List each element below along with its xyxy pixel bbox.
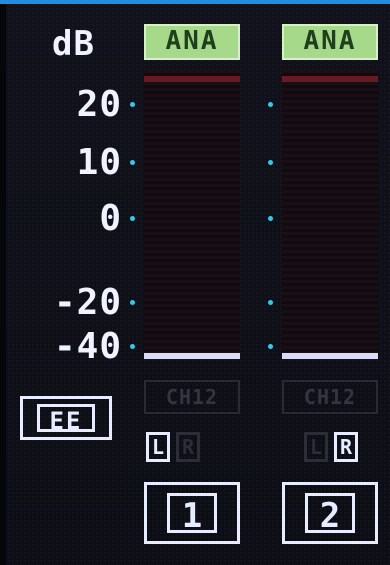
channel-number-1: 1 (166, 493, 218, 536)
channel-button-2[interactable]: 2 (282, 482, 378, 544)
level-meter-ch1 (144, 70, 240, 360)
source-badge-ch1: ANA (144, 24, 240, 60)
level-bar-ch2 (282, 353, 378, 359)
peak-hold-ch1 (144, 76, 240, 82)
left-indicator-ch1[interactable]: L (146, 432, 170, 462)
db-unit-label: dB (52, 24, 95, 64)
top-accent-line (0, 0, 390, 4)
tick-dot (130, 216, 135, 221)
right-indicator-ch2[interactable]: R (334, 432, 358, 462)
ee-mode-button[interactable]: EE (20, 396, 112, 440)
tick-dot (130, 300, 135, 305)
scale-label-20: 20 (76, 84, 122, 125)
scale-label-10: 10 (76, 142, 122, 183)
tick-dot (130, 102, 135, 107)
right-indicator-ch1[interactable]: R (176, 432, 200, 462)
level-bar-ch1 (144, 353, 240, 359)
ee-mode-label: EE (36, 404, 96, 435)
channel-number-2: 2 (304, 493, 356, 536)
scale-label-0: 0 (99, 198, 122, 239)
left-indicator-ch2[interactable]: L (304, 432, 328, 462)
tick-dot (268, 102, 273, 107)
level-meter-ch2 (282, 70, 378, 360)
tick-dot (268, 300, 273, 305)
tick-dot (130, 160, 135, 165)
channel-button-1[interactable]: 1 (144, 482, 240, 544)
tick-dot (130, 344, 135, 349)
scale-label-minus-20: -20 (53, 282, 122, 323)
meter-screen: dB 20 10 0 -20 -40 ANA CH12 L R 1 ANA CH… (0, 0, 390, 565)
tick-dot (268, 216, 273, 221)
channel-label-ch2: CH12 (282, 380, 378, 414)
channel-label-ch1: CH12 (144, 380, 240, 414)
left-bezel (0, 4, 6, 565)
scale-label-minus-40: -40 (53, 326, 122, 367)
source-badge-ch2: ANA (282, 24, 378, 60)
peak-hold-ch2 (282, 76, 378, 82)
tick-dot (268, 344, 273, 349)
tick-dot (268, 160, 273, 165)
